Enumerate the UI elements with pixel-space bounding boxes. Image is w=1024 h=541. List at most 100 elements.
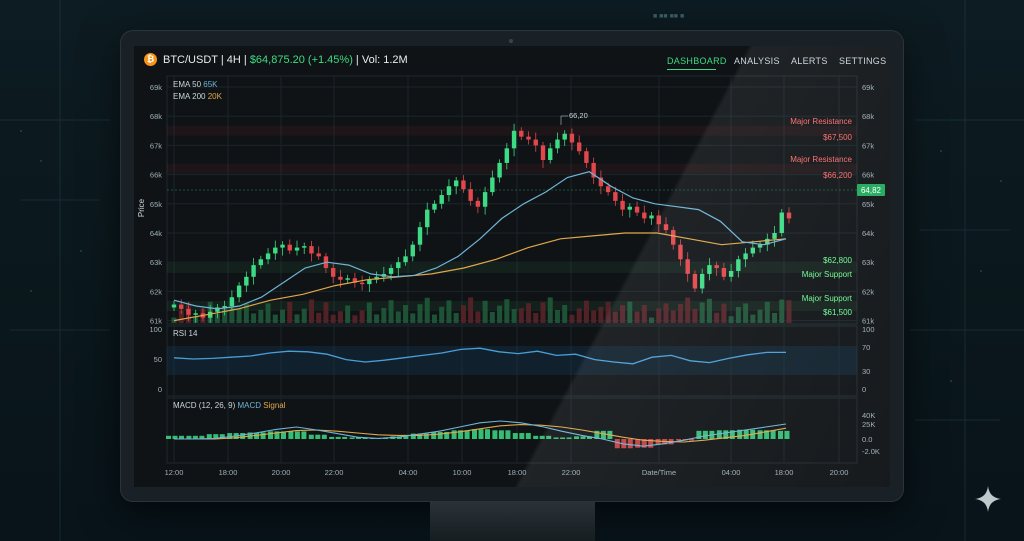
macd-hist-bar xyxy=(533,435,539,439)
rsi-label: RSI 14 xyxy=(173,329,198,338)
candle xyxy=(526,136,531,140)
macd-hist-bar xyxy=(288,431,294,439)
candle xyxy=(229,297,235,306)
time-tick: Date/Time xyxy=(642,468,676,477)
candle xyxy=(461,180,466,190)
candle xyxy=(294,247,300,251)
candle xyxy=(728,270,734,277)
volume-bar xyxy=(301,308,307,323)
candle xyxy=(692,273,698,289)
volume-bar xyxy=(699,302,705,323)
macd-hist-bar xyxy=(478,429,484,439)
macd-hist-bar xyxy=(294,431,300,439)
candle xyxy=(750,247,756,254)
candle xyxy=(634,206,640,213)
macd-hist-bar xyxy=(778,430,783,439)
volume-bar xyxy=(634,311,640,323)
candle xyxy=(251,265,256,277)
macd-hist-bar xyxy=(770,430,776,439)
volume-bar xyxy=(735,307,741,323)
volume-bar xyxy=(670,310,676,323)
time-tick: 18:00 xyxy=(775,468,794,477)
candle xyxy=(417,227,423,245)
candle xyxy=(584,151,589,163)
candle xyxy=(663,224,669,231)
volume-bar xyxy=(518,308,524,323)
price-tick-left: 67k xyxy=(150,141,162,150)
candle xyxy=(613,192,618,201)
candle xyxy=(439,195,444,204)
macd-hist-bar xyxy=(451,430,457,439)
volume-bar xyxy=(663,303,669,323)
volume-bar xyxy=(352,315,358,323)
volume-bar xyxy=(294,314,300,323)
price-axis-right: 69k68k67k66k65k64k63k62k61k xyxy=(862,83,874,326)
candle xyxy=(482,192,488,207)
candle xyxy=(678,244,683,260)
candle xyxy=(743,253,748,260)
rsi-tick-right: 100 xyxy=(862,325,875,334)
volume-bar xyxy=(533,313,539,323)
candle xyxy=(736,259,741,271)
volume-bar xyxy=(504,299,510,323)
price-tick-right: 63k xyxy=(862,258,874,267)
candle xyxy=(179,304,184,309)
volume-bar xyxy=(714,312,720,323)
macd-hist-bar xyxy=(539,435,545,439)
volume-bar xyxy=(569,314,575,323)
candle xyxy=(244,276,249,286)
volume-bar xyxy=(475,311,481,323)
volume-bar xyxy=(757,309,763,323)
volume-bar xyxy=(692,308,698,323)
volume-bar xyxy=(431,314,437,323)
rsi-tick-right: 70 xyxy=(862,343,870,352)
support2-label: Major Support xyxy=(802,270,853,279)
price-tick-left: 68k xyxy=(150,112,162,121)
candle xyxy=(396,262,401,269)
macd-label: MACD (12, 26, 9) MACD Signal xyxy=(173,401,286,410)
candle xyxy=(316,253,321,257)
candle xyxy=(475,200,481,207)
volume-bar xyxy=(641,305,647,323)
volume-bar xyxy=(743,303,749,323)
price-chart[interactable]: Price 69k68k67k66k65k64k63k62k61k 69k68k… xyxy=(134,46,890,487)
volume-bar xyxy=(366,302,372,323)
resistance2-value: $66,200 xyxy=(823,171,852,180)
macd-hist-bar xyxy=(757,430,763,439)
price-tick-right: 66k xyxy=(862,171,874,180)
volume-bar xyxy=(620,305,626,323)
volume-bar xyxy=(374,314,380,323)
support2-value: $62,800 xyxy=(823,256,852,265)
candle xyxy=(453,180,459,187)
candle xyxy=(786,212,792,219)
candle xyxy=(721,268,727,277)
volume-bar xyxy=(685,297,691,323)
macd-hist-bar xyxy=(268,431,273,439)
legend-ema200: EMA 200 20K xyxy=(173,92,223,101)
macd-hist-bar xyxy=(335,436,341,439)
candle xyxy=(620,200,625,210)
volume-bar xyxy=(576,308,582,323)
candle xyxy=(258,259,264,266)
trading-screen: ₿ BTC/USDT | 4H | $64,875.20 (+1.45%) | … xyxy=(134,46,890,487)
macd-hist-bar xyxy=(498,430,504,439)
candle xyxy=(338,276,343,280)
price-tick-right: 62k xyxy=(862,287,874,296)
macd-tick: -2.0K xyxy=(862,447,880,456)
macd-hist-bar xyxy=(519,433,525,439)
time-tick: 10:00 xyxy=(453,468,472,477)
price-tick-right: 65k xyxy=(862,200,874,209)
macd-hist-bar xyxy=(437,431,443,439)
time-tick: 20:00 xyxy=(830,468,849,477)
time-tick: 18:00 xyxy=(508,468,527,477)
volume-bar xyxy=(453,313,459,323)
candle xyxy=(519,130,524,137)
candle xyxy=(236,285,242,298)
macd-hist-bar xyxy=(321,434,327,439)
time-tick: 22:00 xyxy=(325,468,344,477)
rsi-tick-left: 100 xyxy=(149,325,162,334)
volume-bar xyxy=(460,305,466,323)
volume-bar xyxy=(612,311,618,323)
candle xyxy=(287,244,292,251)
volume-bar xyxy=(345,305,351,323)
